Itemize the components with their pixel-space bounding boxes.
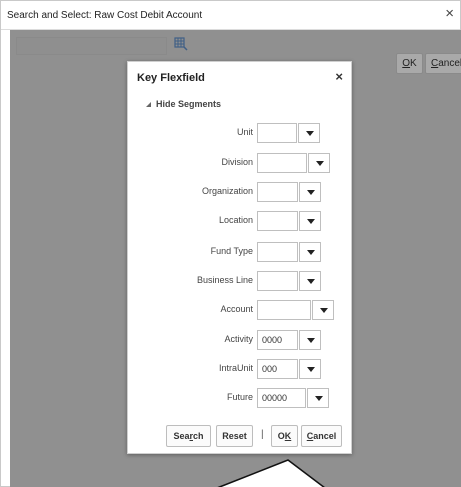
background-ok-button: OK	[396, 53, 423, 74]
button-separator: |	[261, 429, 264, 440]
chevron-down-icon	[307, 367, 315, 372]
segment-input[interactable]	[257, 300, 311, 320]
segment-input[interactable]	[257, 182, 298, 202]
search-button[interactable]: Search	[166, 425, 211, 447]
dialog-title: Key Flexfield	[137, 72, 205, 84]
segment-row: Activity 0000	[128, 330, 353, 350]
chevron-down-icon	[320, 308, 328, 313]
segment-label: Division	[221, 157, 253, 167]
callout-pointer	[217, 459, 325, 487]
segment-row: Organization	[128, 182, 353, 202]
segment-label: Unit	[236, 127, 253, 137]
segment-label: Activity	[224, 334, 253, 344]
segment-label: Location	[218, 215, 253, 225]
chevron-down-icon	[315, 396, 323, 401]
chevron-down-icon	[307, 279, 315, 284]
segment-row: Fund Type	[128, 242, 353, 262]
segment-input[interactable]	[257, 123, 297, 143]
dialog-button-bar: Search Reset | OK Cancel	[128, 425, 353, 449]
segment-dropdown-button[interactable]	[299, 271, 321, 291]
segment-label: Fund Type	[210, 246, 253, 256]
segment-input[interactable]	[257, 271, 298, 291]
segment-label: IntraUnit	[218, 363, 253, 373]
chevron-down-icon	[307, 190, 315, 195]
segment-dropdown-button[interactable]	[299, 211, 321, 231]
segment-label: Business Line	[196, 275, 253, 285]
reset-button[interactable]: Reset	[216, 425, 253, 447]
segment-dropdown-button[interactable]	[312, 300, 334, 320]
segment-dropdown-button[interactable]	[308, 153, 330, 173]
window-titlebar: Search and Select: Raw Cost Debit Accoun…	[1, 1, 460, 30]
segment-row: Location	[128, 211, 353, 231]
segment-dropdown-button[interactable]	[299, 359, 321, 379]
segment-label: Organization	[201, 186, 253, 196]
dialog-close-icon[interactable]: ×	[335, 70, 343, 84]
background-cancel-button: Cancel	[425, 53, 461, 74]
collapse-triangle-icon	[146, 102, 151, 107]
segment-input[interactable]	[257, 211, 298, 231]
segment-dropdown-button[interactable]	[298, 123, 320, 143]
chevron-down-icon	[307, 338, 315, 343]
chevron-down-icon	[316, 161, 324, 166]
hide-segments-toggle[interactable]: Hide Segments	[146, 99, 221, 109]
segment-row: Division	[128, 153, 353, 173]
segment-row: Unit	[128, 123, 353, 143]
segment-row: Future 00000	[128, 388, 353, 408]
segment-input[interactable]: 00000	[257, 388, 306, 408]
search-select-window: Search and Select: Raw Cost Debit Accoun…	[0, 0, 461, 487]
segment-dropdown-button[interactable]	[299, 182, 321, 202]
chevron-down-icon	[307, 219, 315, 224]
segment-input[interactable]	[257, 242, 298, 262]
chevron-down-icon	[307, 250, 315, 255]
segment-row: IntraUnit 000	[128, 359, 353, 379]
cancel-button[interactable]: Cancel	[301, 425, 342, 447]
segment-input[interactable]	[257, 153, 307, 173]
segment-label: Future	[226, 392, 253, 402]
segment-input[interactable]: 000	[257, 359, 298, 379]
segment-dropdown-button[interactable]	[299, 330, 321, 350]
segment-input[interactable]: 0000	[257, 330, 298, 350]
segment-row: Business Line	[128, 271, 353, 291]
window-close-icon[interactable]: ×	[445, 6, 454, 22]
hide-segments-label: Hide Segments	[156, 99, 222, 109]
key-flexfield-dialog: Key Flexfield × Hide Segments Unit Divisi…	[127, 61, 352, 454]
background-search-input	[16, 37, 167, 55]
window-title: Search and Select: Raw Cost Debit Accoun…	[7, 10, 203, 21]
segment-dropdown-button[interactable]	[299, 242, 321, 262]
ok-button[interactable]: OK	[271, 425, 298, 447]
segment-label: Account	[220, 304, 253, 314]
segment-dropdown-button[interactable]	[307, 388, 329, 408]
segment-row: Account	[128, 300, 353, 320]
search-icon	[174, 37, 188, 51]
chevron-down-icon	[306, 131, 314, 136]
